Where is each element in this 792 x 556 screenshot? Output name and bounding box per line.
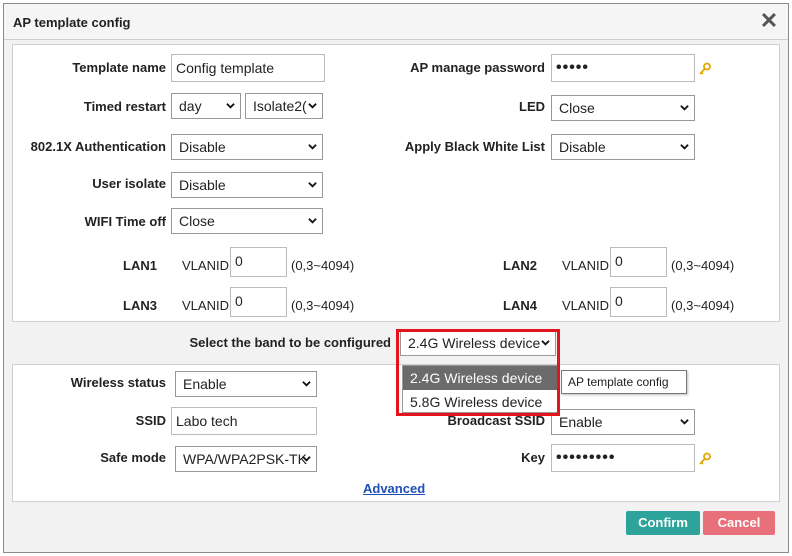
chevron-down-icon xyxy=(308,144,317,150)
key-icon[interactable] xyxy=(698,62,712,76)
lan2-vlanid-label: VLANID xyxy=(562,258,609,273)
close-icon[interactable]: ✕ xyxy=(758,10,780,32)
tooltip: AP template config xyxy=(561,370,687,394)
dialog-title: AP template config xyxy=(13,15,131,30)
black-white-list-label: Apply Black White List xyxy=(404,139,545,154)
chevron-down-icon xyxy=(308,182,317,188)
black-white-list-value: Disable xyxy=(559,139,606,155)
band-option-5-8g[interactable]: 5.8G Wireless device xyxy=(403,390,557,414)
broadcast-ssid-label: Broadcast SSID xyxy=(447,413,545,428)
key-label: Key xyxy=(521,450,545,465)
led-select[interactable]: Close xyxy=(551,95,695,121)
band-select-value: 2.4G Wireless device xyxy=(408,335,541,351)
band-select-label: Select the band to be configured xyxy=(189,335,391,350)
band-option-2-4g[interactable]: 2.4G Wireless device xyxy=(403,366,557,390)
lan3-range-hint: (0,3~4094) xyxy=(291,298,355,313)
lan3-label: LAN3 xyxy=(123,298,157,313)
ap-password-label: AP manage password xyxy=(410,60,545,75)
timed-restart-period-value: day xyxy=(179,98,202,114)
ssid-input[interactable]: Labo tech xyxy=(171,407,317,435)
lan1-vlanid-label: VLANID xyxy=(182,258,229,273)
wifi-time-off-value: Close xyxy=(179,213,215,229)
led-label: LED xyxy=(519,99,545,114)
user-isolate-value: Disable xyxy=(179,177,226,193)
lan4-vlanid-input[interactable]: 0 xyxy=(610,287,667,317)
broadcast-ssid-value: Enable xyxy=(559,414,603,430)
wifi-time-off-label: WIFI Time off xyxy=(84,214,166,229)
lan2-vlanid-input[interactable]: 0 xyxy=(610,247,667,277)
lan4-label: LAN4 xyxy=(503,298,537,313)
chevron-down-icon xyxy=(680,144,689,150)
wireless-status-label: Wireless status xyxy=(70,375,166,390)
lan1-vlanid-input[interactable]: 0 xyxy=(230,247,287,277)
timed-restart-time-select[interactable]: Isolate2( xyxy=(245,93,323,119)
auth-8021x-label: 802.1X Authentication xyxy=(30,139,166,154)
ap-password-input[interactable]: ••••• xyxy=(551,54,695,82)
chevron-down-icon xyxy=(226,103,235,109)
lan1-label: LAN1 xyxy=(123,258,157,273)
lan4-vlanid-label: VLANID xyxy=(562,298,609,313)
safe-mode-select[interactable]: WPA/WPA2PSK-TK xyxy=(175,446,317,472)
advanced-link[interactable]: Advanced xyxy=(363,481,425,496)
auth-8021x-value: Disable xyxy=(179,139,226,155)
lan4-range-hint: (0,3~4094) xyxy=(671,298,735,313)
broadcast-ssid-select[interactable]: Enable xyxy=(551,409,695,435)
wifi-time-off-select[interactable]: Close xyxy=(171,208,323,234)
chevron-down-icon xyxy=(308,218,317,224)
safe-mode-value: WPA/WPA2PSK-TK xyxy=(183,451,307,467)
band-select[interactable]: 2.4G Wireless device xyxy=(400,330,556,356)
timed-restart-label: Timed restart xyxy=(83,99,166,114)
user-isolate-label: User isolate xyxy=(92,176,166,191)
lan3-vlanid-input[interactable]: 0 xyxy=(230,287,287,317)
key-icon[interactable] xyxy=(698,452,712,466)
lan2-range-hint: (0,3~4094) xyxy=(671,258,735,273)
user-isolate-select[interactable]: Disable xyxy=(171,172,323,198)
timed-restart-time-value: Isolate2( xyxy=(253,98,307,114)
band-dropdown-list: 2.4G Wireless device 5.8G Wireless devic… xyxy=(402,365,558,413)
lan2-label: LAN2 xyxy=(503,258,537,273)
wireless-status-value: Enable xyxy=(183,376,227,392)
chevron-down-icon xyxy=(680,419,689,425)
key-input[interactable]: ••••••••• xyxy=(551,444,695,472)
chevron-down-icon xyxy=(302,456,311,462)
auth-8021x-select[interactable]: Disable xyxy=(171,134,323,160)
chevron-down-icon xyxy=(680,105,689,111)
cancel-button[interactable]: Cancel xyxy=(703,511,775,535)
safe-mode-label: Safe mode xyxy=(100,450,166,465)
chevron-down-icon xyxy=(302,381,311,387)
led-value: Close xyxy=(559,100,595,116)
dialog-titlebar: AP template config ✕ xyxy=(4,4,788,40)
chevron-down-icon xyxy=(541,340,550,346)
template-name-input[interactable]: Config template xyxy=(171,54,325,82)
ap-template-config-dialog: AP template config ✕ Template name Confi… xyxy=(3,3,789,553)
lan3-vlanid-label: VLANID xyxy=(182,298,229,313)
lan1-range-hint: (0,3~4094) xyxy=(291,258,355,273)
chevron-down-icon xyxy=(308,103,317,109)
confirm-button[interactable]: Confirm xyxy=(626,511,700,535)
black-white-list-select[interactable]: Disable xyxy=(551,134,695,160)
timed-restart-period-select[interactable]: day xyxy=(171,93,241,119)
template-name-label: Template name xyxy=(72,60,166,75)
wireless-status-select[interactable]: Enable xyxy=(175,371,317,397)
ssid-label: SSID xyxy=(135,413,166,428)
